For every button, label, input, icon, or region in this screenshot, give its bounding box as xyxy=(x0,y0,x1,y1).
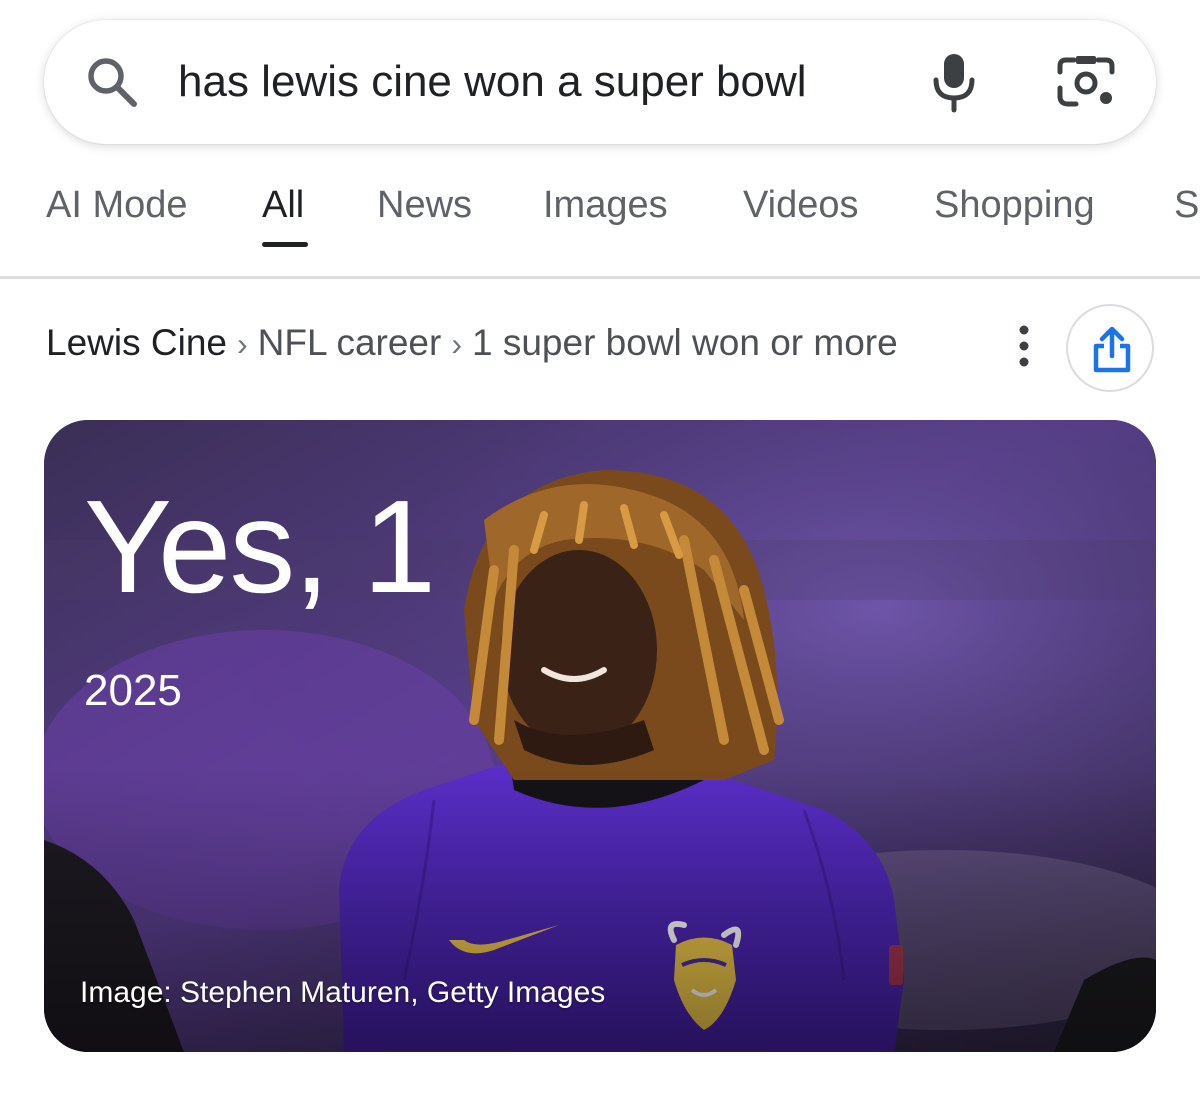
tab-news[interactable]: News xyxy=(377,184,472,227)
breadcrumb: Lewis Cine › NFL career › 1 super bowl won o… xyxy=(46,322,898,364)
share-icon xyxy=(1093,326,1131,373)
search-input[interactable] xyxy=(178,50,838,114)
tab-more-partial[interactable]: S xyxy=(1174,184,1199,227)
camera-lens-icon[interactable] xyxy=(1054,52,1118,112)
tab-images[interactable]: Images xyxy=(543,184,668,227)
search-tabs: AI Mode All News Images Videos Shopping … xyxy=(0,176,1200,276)
search-bar[interactable] xyxy=(44,20,1156,144)
tab-videos[interactable]: Videos xyxy=(743,184,859,227)
more-vert-icon[interactable] xyxy=(1004,322,1044,370)
tab-shopping[interactable]: Shopping xyxy=(934,184,1095,227)
search-icon[interactable] xyxy=(84,54,140,110)
breadcrumb-separator: › xyxy=(236,326,248,362)
answer-card[interactable]: Yes, 1 2025 Image: Stephen Maturen, Gett… xyxy=(44,420,1156,1052)
breadcrumb-item-entity[interactable]: Lewis Cine xyxy=(46,322,227,363)
answer-headline: Yes, 1 xyxy=(84,473,436,620)
microphone-icon[interactable] xyxy=(926,50,982,114)
tabs-divider xyxy=(0,276,1200,279)
tab-ai-mode[interactable]: AI Mode xyxy=(46,184,188,227)
breadcrumb-item-category[interactable]: NFL career xyxy=(258,322,442,363)
answer-year: 2025 xyxy=(84,666,182,715)
share-button[interactable] xyxy=(1066,304,1154,392)
breadcrumb-separator: › xyxy=(451,326,462,362)
image-credit: Image: Stephen Maturen, Getty Images xyxy=(80,976,606,1009)
breadcrumb-item-answer[interactable]: 1 super bowl won or more xyxy=(472,322,898,363)
active-tab-indicator xyxy=(262,242,308,247)
tab-all[interactable]: All xyxy=(262,184,304,227)
